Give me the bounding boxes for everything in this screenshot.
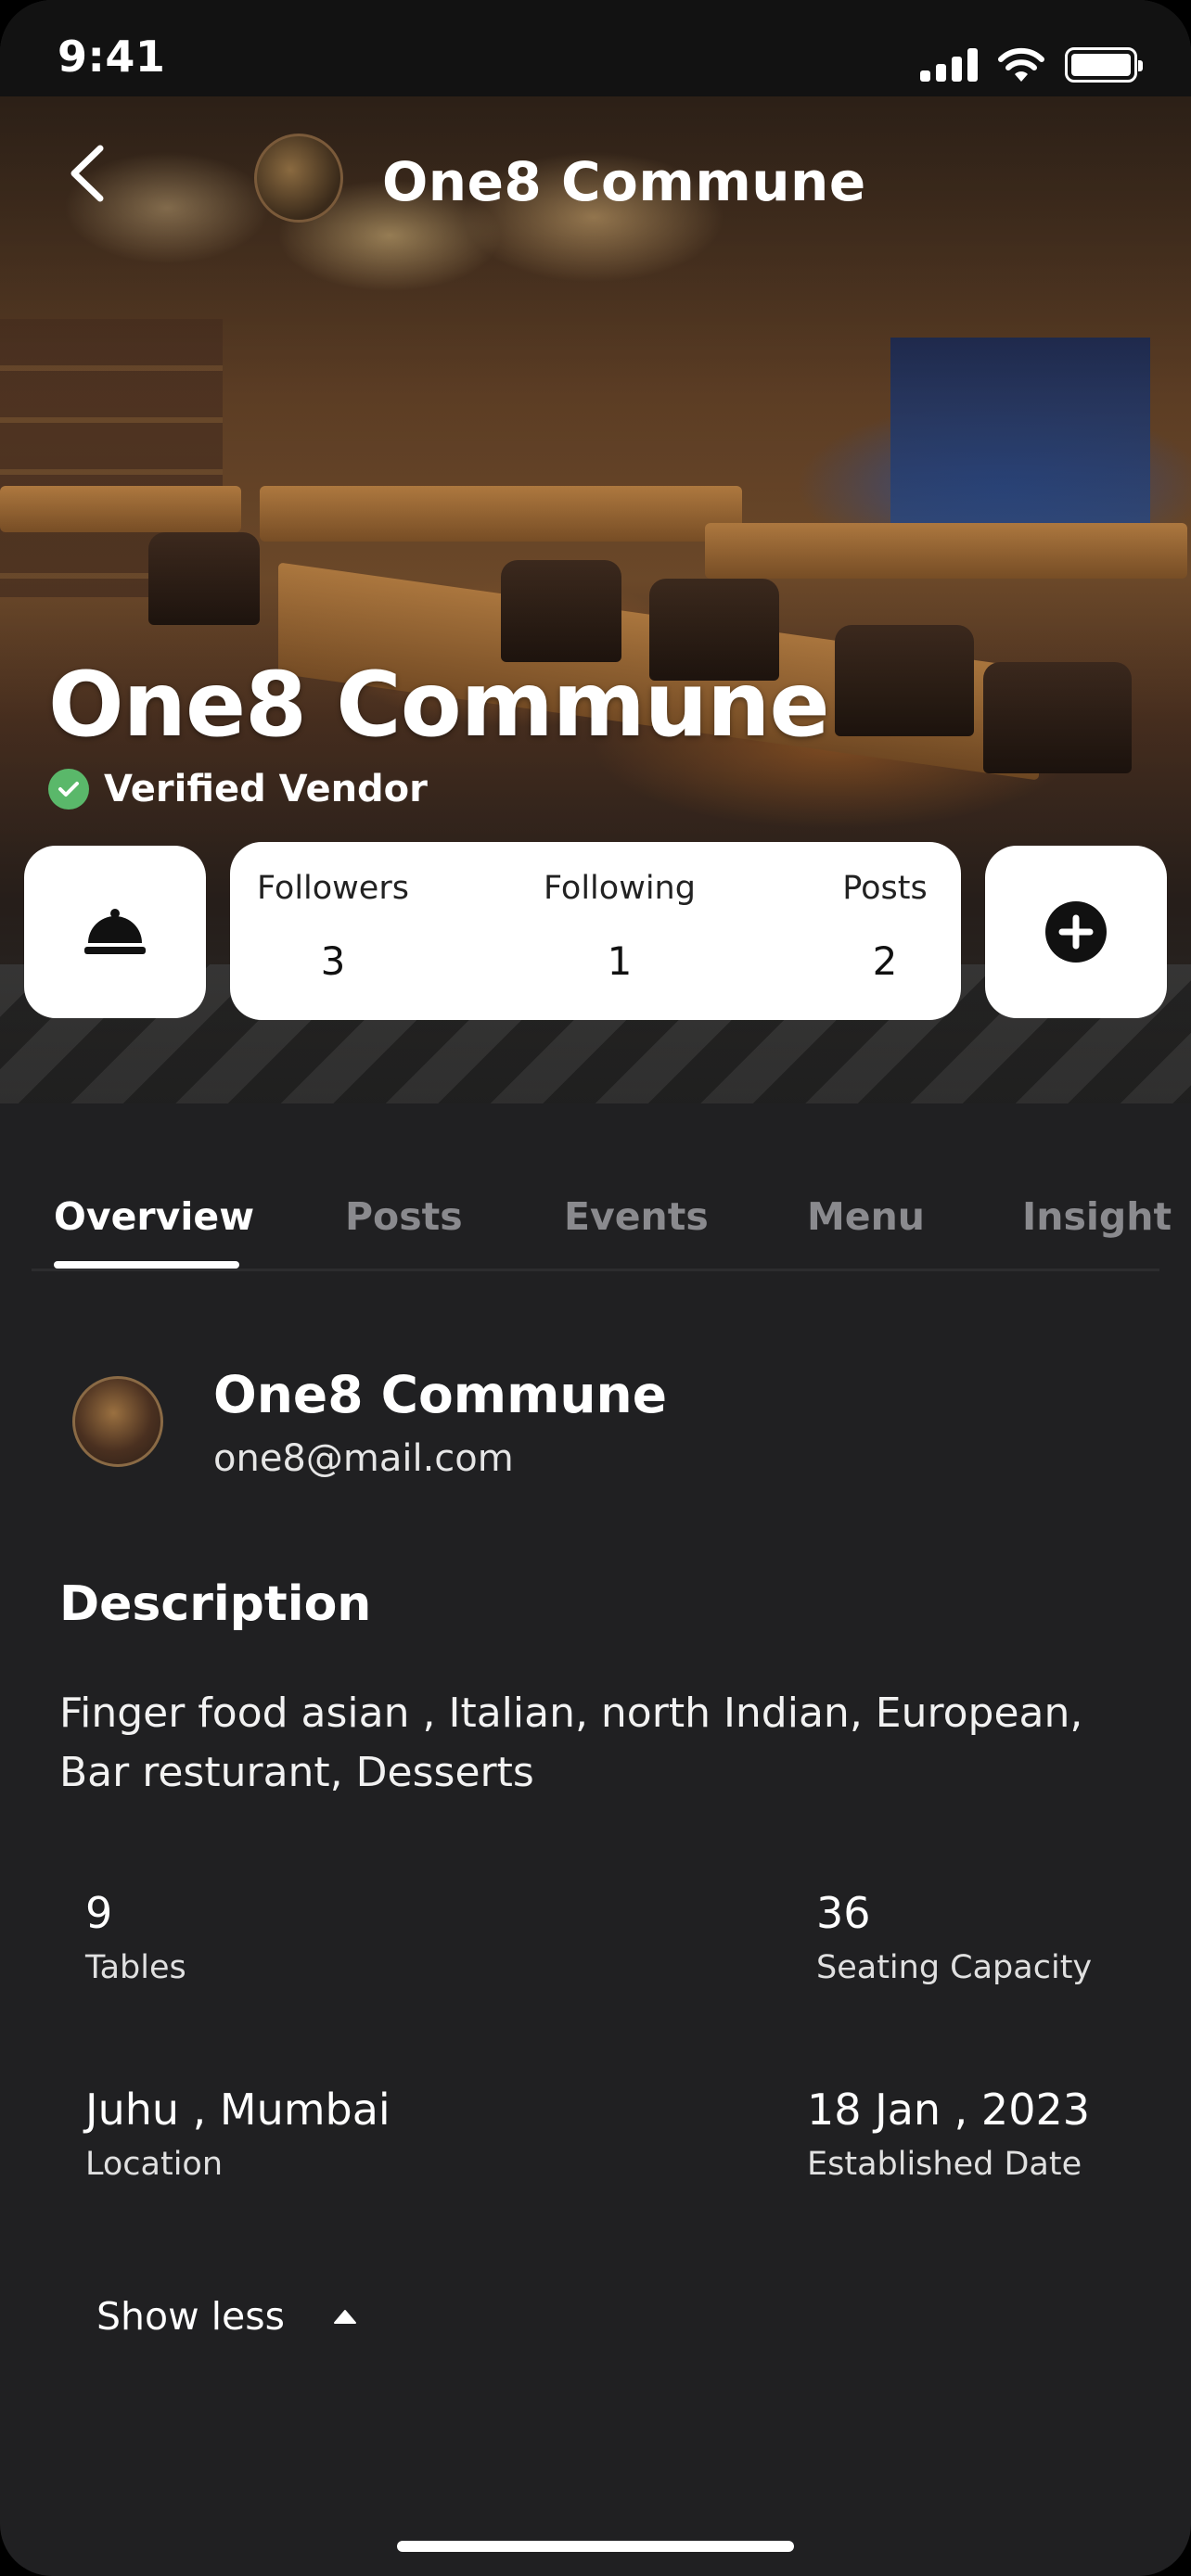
check-circle-icon [48,769,89,810]
stat-label: Followers [257,870,409,907]
service-bell-icon [84,909,146,954]
stats-card: Followers 3 Following 1 Posts 2 [230,842,961,1020]
detail-value: 36 [816,1888,871,1938]
tab-posts[interactable]: Posts [345,1194,463,1239]
tab-events[interactable]: Events [564,1194,709,1239]
app-screen: 9:41 One8 Commune One8 Commune Verified … [0,0,1191,2576]
vendor-profile-name: One8 Commune [213,1365,668,1424]
detail-label: Location [85,2146,224,2183]
stat-value: 1 [607,938,633,984]
header-title: One8 Commune [382,150,866,213]
tab-bar: Overview Posts Events Menu Insight [0,1103,1191,1274]
stat-value: 2 [872,938,898,984]
plus-circle-icon [1045,901,1107,963]
stat-followers[interactable]: Followers 3 [254,870,412,984]
tab-divider [32,1269,1159,1271]
cellular-signal-icon [920,48,978,82]
stat-following[interactable]: Following 1 [536,870,703,984]
detail-location: Juhu , Mumbai Location [85,2085,391,2183]
battery-icon [1065,47,1143,83]
tab-insight[interactable]: Insight [1022,1194,1191,1239]
detail-value: 9 [85,1888,113,1938]
tab-menu[interactable]: Menu [807,1194,925,1239]
detail-value: Juhu , Mumbai [85,2085,391,2135]
detail-established-date: 18 Jan , 2023 Established Date [807,2085,1090,2183]
stat-value: 3 [320,938,346,984]
detail-label: Seating Capacity [816,1949,1093,1986]
status-time: 9:41 [58,32,166,82]
caret-up-icon [334,2310,356,2324]
status-bar: 9:41 [0,0,1191,96]
show-less-button[interactable]: Show less [96,2294,357,2339]
stat-label: Posts [842,870,928,907]
description-text: Finger food asian , Italian, north India… [59,1690,1083,1796]
menu-bell-button[interactable] [24,846,206,1018]
description-title: Description [59,1576,372,1632]
show-less-label: Show less [96,2294,285,2339]
vendor-email: one8@mail.com [213,1437,514,1480]
detail-value: 18 Jan , 2023 [807,2085,1090,2135]
back-chevron-icon[interactable] [63,141,113,206]
stat-posts[interactable]: Posts 2 [829,870,941,984]
tab-active-indicator [54,1261,239,1269]
detail-tables: 9 Tables [85,1888,186,1986]
vendor-name: One8 Commune [48,653,830,757]
verified-label: Verified Vendor [104,768,428,810]
tab-overview[interactable]: Overview [54,1194,254,1239]
detail-seating-capacity: 36 Seating Capacity [816,1888,1092,1986]
cover-photo: One8 Commune One8 Commune Verified Vendo… [0,96,1191,1103]
add-button[interactable] [985,846,1167,1018]
stat-label: Following [544,870,696,907]
detail-label: Tables [85,1949,186,1986]
vendor-avatar [72,1376,163,1467]
home-indicator[interactable] [397,2541,794,2552]
status-icons [920,46,1143,83]
verified-badge: Verified Vendor [48,768,428,810]
detail-label: Established Date [807,2146,1082,2183]
wifi-icon [998,47,1044,82]
header-avatar [254,134,343,223]
